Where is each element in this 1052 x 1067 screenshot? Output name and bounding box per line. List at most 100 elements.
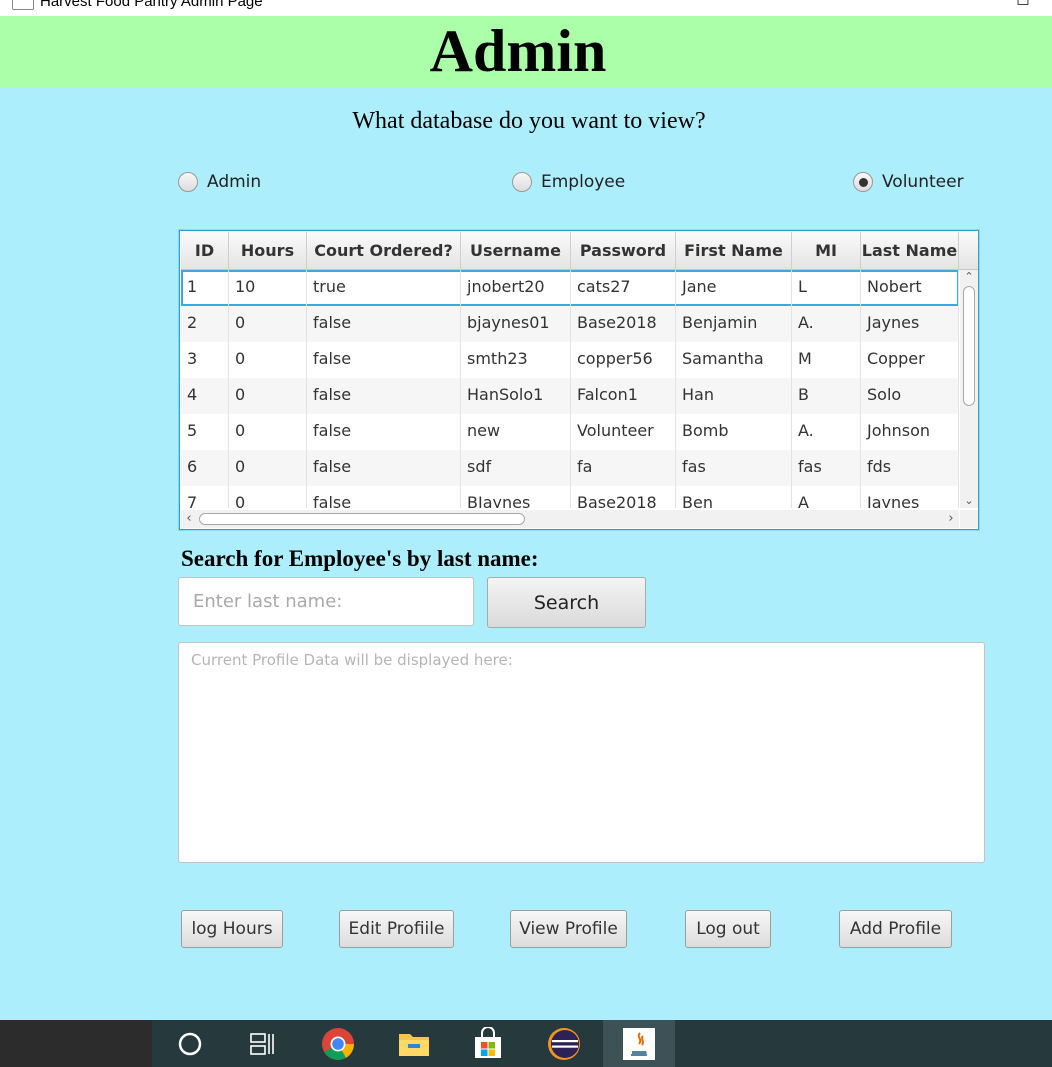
- radio-label: Employee: [541, 172, 626, 192]
- scrollbar-corner: [960, 510, 978, 528]
- admin-window: Admin What database do you want to view?…: [0, 16, 1052, 1020]
- header-banner: Admin: [0, 16, 1052, 88]
- profile-data-textarea[interactable]: [178, 642, 985, 863]
- chrome-icon[interactable]: [314, 1020, 362, 1067]
- table-cell: fas: [792, 450, 861, 486]
- table-cell: 1: [181, 270, 229, 306]
- log-hours-button[interactable]: log Hours: [181, 910, 283, 948]
- window-titlebar: Harvest Food Pantry Admin Page — □: [0, 0, 1052, 16]
- radio-label: Volunteer: [882, 172, 964, 192]
- table-row[interactable]: 1 10 true jnobert20 cats27 Jane L Nobert: [181, 270, 959, 306]
- table-cell: Volunteer: [571, 414, 676, 450]
- scroll-up-icon[interactable]: ⌃: [960, 270, 978, 284]
- window-title: Harvest Food Pantry Admin Page: [40, 0, 263, 10]
- table-cell: true: [307, 270, 461, 306]
- cortana-icon[interactable]: [166, 1020, 214, 1067]
- table-cell: new: [461, 414, 571, 450]
- minimize-icon[interactable]: —: [930, 0, 952, 8]
- search-button[interactable]: Search: [487, 577, 646, 628]
- table-cell: BJaynes: [461, 486, 571, 508]
- taskbar-search-area[interactable]: [0, 1020, 152, 1067]
- scroll-right-icon[interactable]: ›: [943, 510, 959, 528]
- scroll-left-icon[interactable]: ‹: [181, 510, 197, 528]
- maximize-icon[interactable]: □: [1012, 0, 1034, 8]
- volunteer-table[interactable]: ID Hours Court Ordered? Username Password Fir…: [179, 230, 979, 530]
- column-header[interactable]: Hours: [229, 232, 307, 269]
- table-cell: M: [792, 342, 861, 378]
- radio-admin[interactable]: Admin: [178, 170, 261, 194]
- table-cell: cats27: [571, 270, 676, 306]
- table-cell: 7: [181, 486, 229, 508]
- last-name-search-input[interactable]: [178, 577, 474, 626]
- column-header[interactable]: Password: [571, 232, 676, 269]
- java-icon[interactable]: [603, 1020, 675, 1067]
- table-cell: 0: [229, 450, 307, 486]
- microsoft-store-icon[interactable]: [464, 1020, 512, 1067]
- table-cell: 0: [229, 414, 307, 450]
- column-header[interactable]: ID: [181, 232, 229, 269]
- table-cell: 3: [181, 342, 229, 378]
- table-cell: Base2018: [571, 306, 676, 342]
- radio-employee[interactable]: Employee: [512, 170, 625, 194]
- table-cell: A: [792, 486, 861, 508]
- table-cell: bjaynes01: [461, 306, 571, 342]
- table-cell: Benjamin: [676, 306, 792, 342]
- table-cell: Nobert: [861, 270, 959, 306]
- table-cell: fas: [676, 450, 792, 486]
- table-cell: 5: [181, 414, 229, 450]
- radio-volunteer[interactable]: Volunteer: [853, 170, 964, 194]
- column-header[interactable]: Last Name: [861, 232, 959, 269]
- table-cell: Jaynes: [861, 306, 959, 342]
- column-header[interactable]: MI: [792, 232, 861, 269]
- database-prompt: What database do you want to view?: [352, 108, 706, 134]
- table-row[interactable]: 7 0 false BJaynes Base2018 Ben A Jaynes: [181, 486, 959, 508]
- column-header[interactable]: Court Ordered?: [307, 232, 461, 269]
- table-cell: false: [307, 378, 461, 414]
- scroll-down-icon[interactable]: ⌄: [960, 494, 978, 508]
- table-row[interactable]: 2 0 false bjaynes01 Base2018 Benjamin A. Jaynes: [181, 306, 959, 342]
- log-out-button[interactable]: Log out: [685, 910, 771, 948]
- table-cell: Johnson: [861, 414, 959, 450]
- radio-label: Admin: [207, 172, 262, 192]
- file-explorer-icon[interactable]: [390, 1020, 438, 1067]
- table-cell: jnobert20: [461, 270, 571, 306]
- eclipse-icon[interactable]: [540, 1020, 588, 1067]
- edit-profile-button[interactable]: Edit Profiile: [339, 910, 454, 948]
- table-cell: Solo: [861, 378, 959, 414]
- vertical-scrollbar[interactable]: ⌃ ⌄: [960, 270, 978, 508]
- table-cell: copper56: [571, 342, 676, 378]
- radio-circle: [512, 172, 532, 192]
- table-cell: 0: [229, 486, 307, 508]
- column-header[interactable]: First Name: [676, 232, 792, 269]
- vertical-scroll-thumb[interactable]: [963, 286, 975, 406]
- table-row[interactable]: 4 0 false HanSolo1 Falcon1 Han B Solo: [181, 378, 959, 414]
- app-window-icon: [12, 0, 34, 10]
- page-title: Admin: [429, 18, 607, 84]
- horizontal-scrollbar[interactable]: ‹ ›: [181, 510, 959, 528]
- view-profile-button[interactable]: View Profile: [510, 910, 627, 948]
- table-row[interactable]: 5 0 false new Volunteer Bomb A. Johnson: [181, 414, 959, 450]
- table-cell: Base2018: [571, 486, 676, 508]
- table-cell: Ben: [676, 486, 792, 508]
- table-cell: 0: [229, 378, 307, 414]
- table-cell: A.: [792, 414, 861, 450]
- table-cell: Jane: [676, 270, 792, 306]
- table-row[interactable]: 3 0 false smth23 copper56 Samantha M Copper: [181, 342, 959, 378]
- add-profile-button[interactable]: Add Profile: [839, 910, 952, 948]
- table-cell: Copper: [861, 342, 959, 378]
- table-cell: Bomb: [676, 414, 792, 450]
- table-cell: fa: [571, 450, 676, 486]
- table-cell: false: [307, 450, 461, 486]
- table-cell: L: [792, 270, 861, 306]
- table-cell: false: [307, 486, 461, 508]
- table-cell: 4: [181, 378, 229, 414]
- table-cell: false: [307, 414, 461, 450]
- horizontal-scroll-thumb[interactable]: [199, 513, 525, 525]
- table-cell: 10: [229, 270, 307, 306]
- task-view-icon[interactable]: [238, 1020, 286, 1067]
- table-cell: 2: [181, 306, 229, 342]
- table-row[interactable]: 6 0 false sdf fa fas fas fds: [181, 450, 959, 486]
- table-cell: Jaynes: [861, 486, 959, 508]
- column-header[interactable]: Username: [461, 232, 571, 269]
- table-body: 1 10 true jnobert20 cats27 Jane L Nobert 2 0 false…: [181, 270, 959, 508]
